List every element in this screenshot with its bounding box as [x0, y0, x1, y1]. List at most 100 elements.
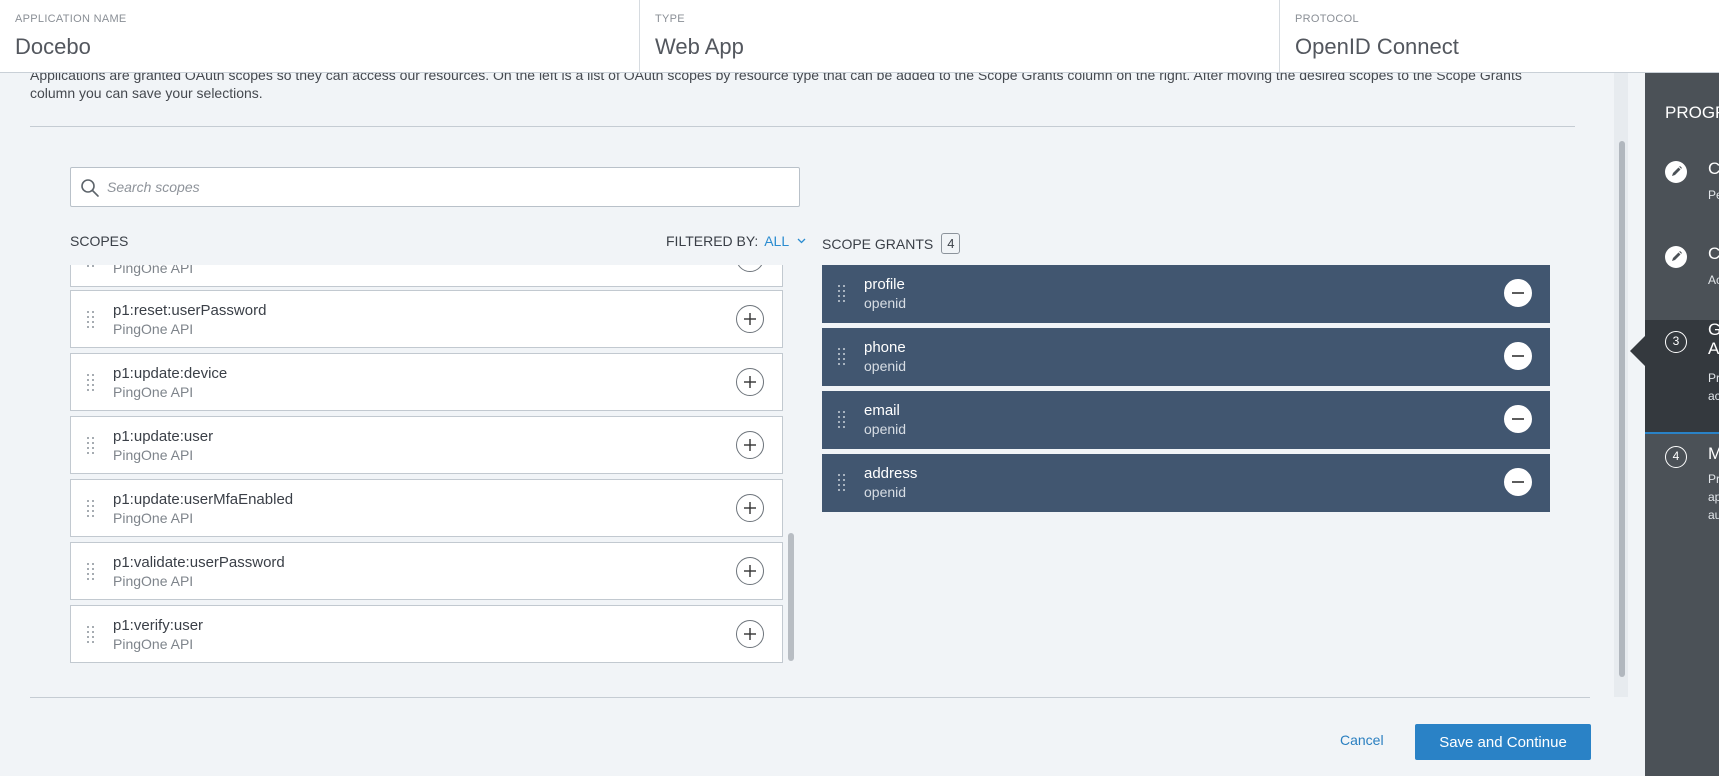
scope-item[interactable]: PingOne API: [70, 265, 783, 287]
step-subtitle-line: Pr: [1708, 371, 1719, 385]
drag-handle-icon[interactable]: [87, 265, 95, 270]
step-subtitle: Pr ac: [1708, 369, 1719, 405]
step-title-line: G: [1708, 320, 1719, 339]
scope-name: p1:validate:userPassword: [113, 554, 285, 571]
search-box[interactable]: [70, 167, 800, 207]
scope-item[interactable]: p1:update:userMfaEnabled PingOne API: [70, 479, 783, 537]
cancel-button[interactable]: Cancel: [1340, 732, 1384, 748]
drag-handle-icon[interactable]: [838, 348, 846, 368]
remove-grant-button[interactable]: [1504, 405, 1532, 433]
app-header: APPLICATION NAME Docebo TYPE Web App PRO…: [0, 0, 1719, 73]
protocol-value: OpenID Connect: [1295, 34, 1459, 59]
chevron-down-icon[interactable]: [797, 238, 806, 244]
scopes-scrollbar-thumb[interactable]: [788, 533, 794, 661]
scope-item[interactable]: p1:verify:user PingOne API: [70, 605, 783, 663]
type-label: TYPE: [655, 13, 685, 25]
grant-type: openid: [864, 484, 907, 500]
divider: [30, 697, 1590, 698]
plus-icon: [744, 376, 756, 388]
filter-label: FILTERED BY:: [666, 233, 759, 249]
drag-handle-icon[interactable]: [87, 563, 95, 583]
search-icon: [81, 179, 99, 197]
type-cell: TYPE Web App: [640, 0, 1280, 72]
add-scope-button[interactable]: [736, 368, 764, 396]
active-step-pointer: [1630, 336, 1645, 366]
progress-step-4[interactable]: 4 M Pr ap au: [1645, 444, 1719, 544]
progress-step-1[interactable]: C Pe: [1645, 159, 1719, 243]
filter-dropdown[interactable]: FILTERED BY: ALL: [666, 233, 806, 249]
step-subtitle-line: au: [1708, 508, 1719, 522]
scope-item[interactable]: p1:update:device PingOne API: [70, 353, 783, 411]
main-content: Applications are granted OAuth scopes so…: [0, 73, 1645, 776]
progress-title: PROGR: [1665, 103, 1719, 122]
minus-icon: [1512, 418, 1524, 420]
step-title: C: [1708, 159, 1719, 178]
scope-name: p1:update:userMfaEnabled: [113, 491, 294, 508]
grant-item[interactable]: email openid: [822, 391, 1550, 449]
grant-type: openid: [864, 295, 907, 311]
step-title: C: [1708, 244, 1719, 263]
drag-handle-icon[interactable]: [87, 311, 95, 331]
progress-step-2[interactable]: C Ac: [1645, 243, 1719, 327]
scopes-list[interactable]: PingOne API p1:reset:userPassword PingOn…: [70, 265, 798, 663]
filter-value[interactable]: ALL: [764, 233, 788, 249]
scope-grants-heading: SCOPE GRANTS 4: [822, 233, 961, 254]
remove-grant-button[interactable]: [1504, 279, 1532, 307]
minus-icon: [1512, 355, 1524, 357]
plus-icon: [744, 313, 756, 325]
drag-handle-icon[interactable]: [87, 626, 95, 646]
step-title-line: A: [1708, 339, 1719, 358]
step-subtitle-line: ap: [1708, 490, 1719, 504]
grant-item[interactable]: profile openid: [822, 265, 1550, 323]
pencil-icon: [1665, 161, 1687, 183]
scope-item[interactable]: p1:update:user PingOne API: [70, 416, 783, 474]
type-value: Web App: [655, 34, 744, 59]
grant-name: profile: [864, 276, 905, 293]
add-scope-button[interactable]: [736, 494, 764, 522]
drag-handle-icon[interactable]: [838, 411, 846, 431]
step-subtitle-line: ac: [1708, 389, 1719, 403]
scope-item[interactable]: p1:validate:userPassword PingOne API: [70, 542, 783, 600]
step-title: G A: [1708, 320, 1719, 358]
add-scope-button[interactable]: [736, 431, 764, 459]
minus-icon: [1512, 481, 1524, 483]
grant-item[interactable]: phone openid: [822, 328, 1550, 386]
add-scope-button[interactable]: [736, 265, 764, 272]
app-name-cell: APPLICATION NAME Docebo: [0, 0, 640, 72]
step-subtitle: Pr ap au: [1708, 470, 1719, 524]
scope-name: p1:update:user: [113, 428, 214, 445]
step-title: M: [1708, 444, 1719, 463]
main-scrollbar-thumb[interactable]: [1619, 141, 1625, 677]
scope-type: PingOne API: [113, 447, 194, 463]
protocol-cell: PROTOCOL OpenID Connect: [1280, 0, 1719, 72]
scope-name: p1:reset:userPassword: [113, 302, 267, 319]
drag-handle-icon[interactable]: [87, 374, 95, 394]
drag-handle-icon[interactable]: [838, 285, 846, 305]
scope-item[interactable]: p1:reset:userPassword PingOne API: [70, 290, 783, 348]
add-scope-button[interactable]: [736, 557, 764, 585]
grant-type: openid: [864, 421, 907, 437]
remove-grant-button[interactable]: [1504, 468, 1532, 496]
progress-panel: PROGR C Pe C Ac 3 G A Pr ac 4 M Pr ap au: [1645, 73, 1719, 776]
grant-item[interactable]: address openid: [822, 454, 1550, 512]
add-scope-button[interactable]: [736, 620, 764, 648]
pencil-icon: [1665, 246, 1687, 268]
grant-name: address: [864, 465, 918, 482]
drag-handle-icon[interactable]: [87, 500, 95, 520]
divider: [30, 126, 1575, 127]
plus-icon: [744, 628, 756, 640]
scope-name: p1:update:device: [113, 365, 228, 382]
plus-icon: [744, 565, 756, 577]
scope-grants-title: SCOPE GRANTS: [822, 235, 934, 252]
remove-grant-button[interactable]: [1504, 342, 1532, 370]
grant-name: phone: [864, 339, 906, 356]
search-input[interactable]: [107, 168, 787, 206]
grant-type: openid: [864, 358, 907, 374]
progress-step-3[interactable]: 3 G A Pr ac: [1645, 320, 1719, 434]
scopes-heading: SCOPES: [70, 233, 129, 249]
drag-handle-icon[interactable]: [838, 474, 846, 494]
plus-icon: [744, 502, 756, 514]
save-and-continue-button[interactable]: Save and Continue: [1415, 724, 1591, 760]
add-scope-button[interactable]: [736, 305, 764, 333]
drag-handle-icon[interactable]: [87, 437, 95, 457]
